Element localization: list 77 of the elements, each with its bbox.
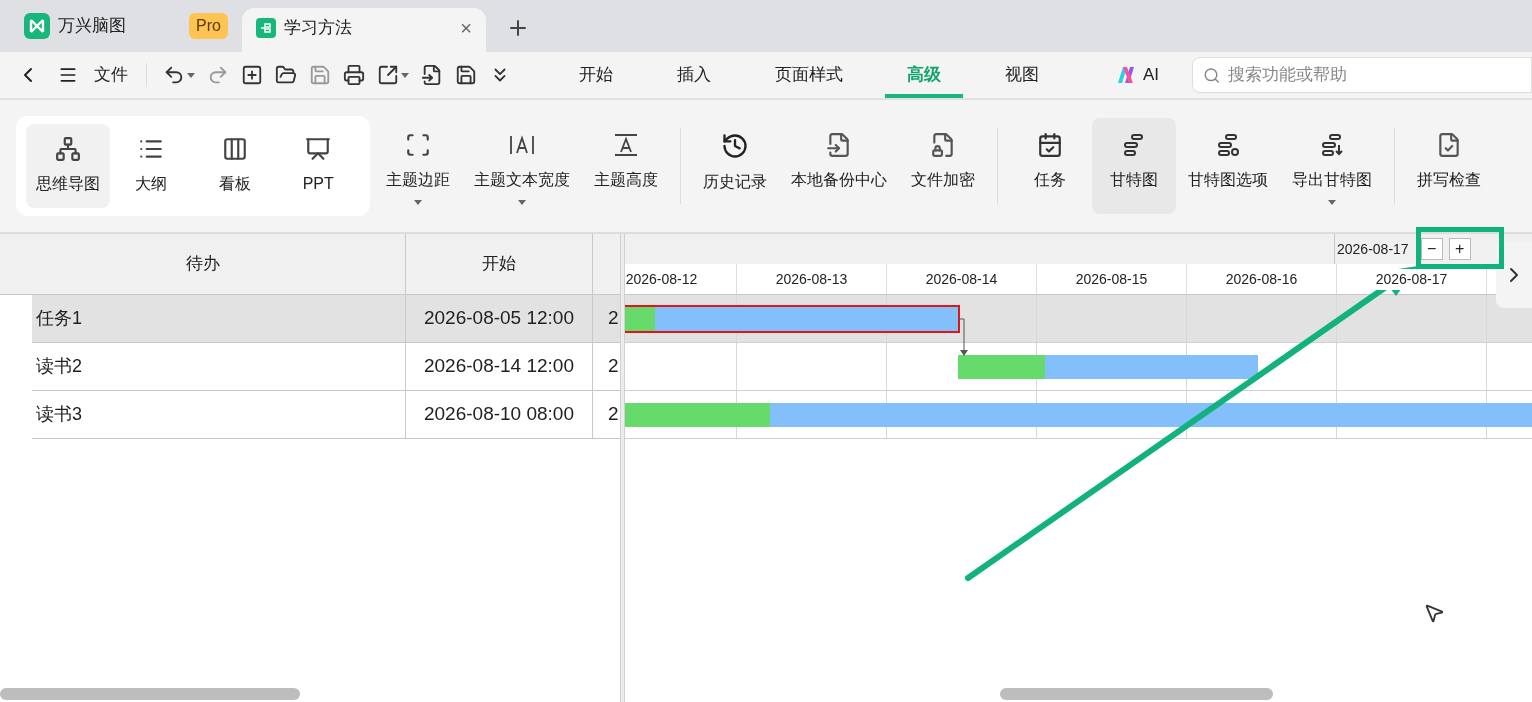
calendar-check-icon xyxy=(1037,132,1063,158)
ribbon-button[interactable]: 主题文本宽度 xyxy=(462,118,582,214)
document-icon xyxy=(256,18,276,38)
mind-map-icon xyxy=(54,136,81,162)
close-tab-button[interactable]: × xyxy=(460,13,472,43)
ribbon-button[interactable]: 甘特图 xyxy=(1092,118,1176,214)
ribbon-button[interactable]: 拼写检查 xyxy=(1405,118,1493,214)
table-row[interactable]: 任务1 2026-08-05 12:00 2 xyxy=(32,295,620,343)
zoom-in-button[interactable]: + xyxy=(1448,238,1471,260)
save-as-icon[interactable] xyxy=(455,64,477,86)
gantt-export-icon xyxy=(1319,132,1345,158)
app-logo-icon xyxy=(24,13,50,39)
pro-badge[interactable]: Pro xyxy=(189,13,228,39)
gantt-settings-icon xyxy=(1215,132,1241,158)
undo-icon[interactable] xyxy=(163,64,185,86)
dependency-arrow xyxy=(958,318,970,358)
caret-icon xyxy=(187,72,195,78)
table-cell: 读书2 xyxy=(32,343,406,390)
print-icon[interactable] xyxy=(343,64,365,86)
table-cell: 读书3 xyxy=(32,391,406,438)
ribbon-button[interactable]: 甘特图选项 xyxy=(1176,118,1280,214)
new-file-icon[interactable] xyxy=(241,64,263,86)
search-input[interactable]: 搜索功能或帮助 xyxy=(1228,62,1521,88)
ribbon-button[interactable]: 导出甘特图 xyxy=(1280,118,1384,214)
period-label: 2026-08-17 xyxy=(1337,239,1409,259)
view-mode-button[interactable]: PPT xyxy=(276,124,360,208)
text-height-icon xyxy=(612,132,640,158)
slides-icon xyxy=(305,136,332,162)
menu-tab[interactable]: 开始 xyxy=(557,52,635,98)
kanban-icon xyxy=(221,136,248,162)
scrollbar[interactable] xyxy=(0,688,300,700)
file-lock-icon xyxy=(930,132,956,158)
view-mode-button[interactable]: 思维导图 xyxy=(26,124,110,208)
redo-icon[interactable] xyxy=(207,64,229,86)
import-icon[interactable] xyxy=(421,64,443,86)
scrollbar[interactable] xyxy=(1000,688,1273,700)
search-field[interactable]: 搜索功能或帮助 xyxy=(1192,57,1532,93)
mouse-cursor-icon xyxy=(1423,602,1445,624)
menu-tab[interactable]: AI xyxy=(1095,52,1182,98)
view-mode-button[interactable]: 看板 xyxy=(193,124,277,208)
column-header[interactable]: 开始 xyxy=(406,234,593,294)
margin-icon xyxy=(405,132,431,158)
table-cell: 2026-08-14 12:00 xyxy=(406,343,593,390)
ribbon-button[interactable]: 本地备份中心 xyxy=(779,118,899,214)
file-restore-icon xyxy=(826,132,852,158)
menu-tab[interactable]: 页面样式 xyxy=(753,52,865,98)
export-icon[interactable] xyxy=(377,64,399,86)
table-cell: 2026-08-05 12:00 xyxy=(406,295,593,342)
history-icon xyxy=(721,132,749,160)
save-icon[interactable] xyxy=(309,64,331,86)
menu-icon[interactable] xyxy=(58,65,78,85)
table-row[interactable]: 读书3 2026-08-10 08:00 2 xyxy=(32,391,620,439)
table-cell: 2026-08-10 08:00 xyxy=(406,391,593,438)
menu-tab[interactable]: 视图 xyxy=(983,52,1061,98)
document-tab[interactable]: 学习方法 × xyxy=(242,8,486,52)
side-panel-toggle[interactable] xyxy=(1496,242,1532,308)
view-mode-button[interactable]: 大纲 xyxy=(109,124,193,208)
ribbon-button[interactable]: 主题边距 xyxy=(374,118,462,214)
table-row[interactable]: 读书2 2026-08-14 12:00 2 xyxy=(32,343,620,391)
table-cell-text: 2 xyxy=(607,306,620,331)
search-icon xyxy=(1203,65,1221,85)
zoom-out-button[interactable]: − xyxy=(1420,238,1443,260)
table-cell-text: 2 xyxy=(607,402,620,427)
ribbon-button[interactable]: 历史记录 xyxy=(691,118,779,214)
table-cell-text: 2 xyxy=(607,354,620,379)
date-header: 2026-08-17 xyxy=(1375,268,1448,290)
file-menu[interactable]: 文件 xyxy=(94,62,128,88)
menu-tab[interactable]: 插入 xyxy=(655,52,733,98)
file-check-icon xyxy=(1436,132,1462,158)
caret-icon xyxy=(401,72,409,78)
ribbon-button[interactable]: 文件加密 xyxy=(899,118,987,214)
app-title: 万兴脑图 xyxy=(58,15,126,38)
open-folder-icon[interactable] xyxy=(275,64,297,86)
ribbon-button[interactable]: 任务 xyxy=(1008,118,1092,214)
table-cell: 任务1 xyxy=(32,295,406,342)
column-header[interactable]: 待办 xyxy=(0,234,406,294)
ribbon-button[interactable]: 主题高度 xyxy=(582,118,670,214)
